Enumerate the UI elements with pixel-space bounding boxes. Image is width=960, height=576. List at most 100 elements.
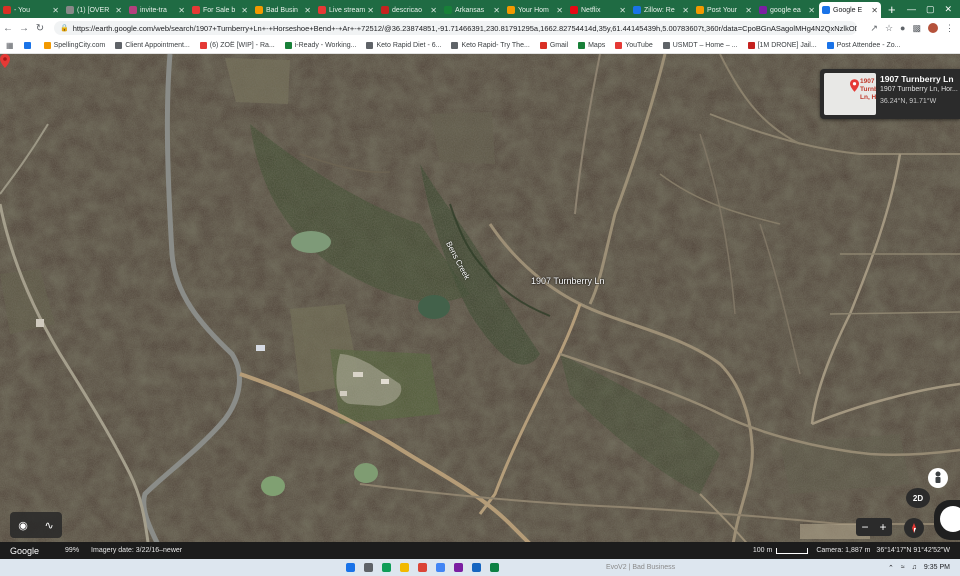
forward-icon[interactable]: → [16,23,32,34]
tab-close-icon[interactable]: ✕ [871,6,878,15]
tab-favicon-icon [66,6,74,14]
zoom-out-button[interactable]: − [861,520,868,534]
bookmark-label: (6) ZOË [WIP] - Ra... [209,42,275,49]
bookmark-item[interactable]: YouTube [615,42,653,49]
zoom-in-button[interactable]: + [879,520,886,534]
tab-close-icon[interactable]: ✕ [52,6,59,15]
search-icon[interactable] [364,563,373,572]
tab-close-icon[interactable]: ✕ [745,6,752,15]
settings-icon[interactable] [436,563,445,572]
place-info-card[interactable]: 1907 Turnberry Ln, H 1907 Turnberry Ln 1… [820,69,960,119]
pin-label[interactable]: 1907 Turnberry Ln [531,276,605,286]
menu-kebab-icon[interactable]: ⋮ [945,23,954,34]
globe-view-button[interactable] [934,500,960,540]
tab-close-icon[interactable]: ✕ [682,6,689,15]
new-tab-button[interactable]: + [888,2,896,18]
tab-close-icon[interactable]: ✕ [304,6,311,15]
bookmark-item[interactable]: i-Ready - Working... [284,42,356,49]
compass-icon[interactable] [904,518,924,538]
browser-tab[interactable]: Netflix ✕ [567,2,629,18]
bookmark-favicon-icon [826,42,834,49]
tab-close-icon[interactable]: ✕ [178,6,185,15]
avatar[interactable] [928,23,938,33]
mail-icon[interactable] [490,563,499,572]
bookmark-item[interactable]: Maps [578,42,605,49]
tab-close-icon[interactable]: ✕ [430,6,437,15]
browser-tab[interactable]: Google E ✕ [819,2,881,18]
bookmark-favicon-icon [662,42,670,49]
bookmark-item[interactable]: (6) ZOË [WIP] - Ra... [199,42,275,49]
file-explorer-icon[interactable] [400,563,409,572]
tab-close-icon[interactable]: ✕ [115,6,122,15]
address-bar[interactable]: 🔒 https://earth.google.com/web/search/19… [54,21,858,35]
clock[interactable]: 9:35 PM [924,564,950,571]
chevron-up-icon[interactable]: ⌃ [888,564,894,572]
bookmark-item[interactable]: Post Attendee - Zo... [826,42,901,49]
browser-tab[interactable]: For Sale b ✕ [189,2,251,18]
taskbar-window-label[interactable]: EvoV2 | Bad Business [606,564,675,571]
bookmark-item[interactable]: Keto Rapid Diet - 6... [366,42,441,49]
bookmark-star-icon[interactable]: ☆ [885,23,893,34]
maximize-icon[interactable]: ▢ [926,4,935,15]
zoom-controls: − + [856,518,892,536]
bookmark-item[interactable]: USMDT – Home – ... [662,42,738,49]
browser-tab[interactable]: invite-tra ✕ [126,2,188,18]
browser-tab[interactable]: (1) [OVER ✕ [63,2,125,18]
tab-close-icon[interactable]: ✕ [367,6,374,15]
browser-tab[interactable]: Post Your ✕ [693,2,755,18]
back-icon[interactable]: ← [0,23,16,34]
browser-tab[interactable]: Zillow: Re ✕ [630,2,692,18]
browser-tab[interactable]: google ea ✕ [756,2,818,18]
browser-tab[interactable]: descricao ✕ [378,2,440,18]
chrome-icon[interactable] [418,563,427,572]
measure-path-icon[interactable]: ∿ [44,519,53,532]
extension-puzzle-icon[interactable]: ▩ [912,23,921,34]
bookmark-item[interactable]: Keto Rapid- Try The... [451,42,530,49]
tab-favicon-icon [255,6,263,14]
start-icon[interactable] [346,563,355,572]
bookmark-item[interactable] [23,42,34,49]
minimize-icon[interactable]: — [907,4,916,14]
tab-label: Arkansas [455,6,485,14]
browser-tab[interactable]: Your Hom ✕ [504,2,566,18]
map-imagery [0,54,960,559]
bookmark-item[interactable]: [1M DRONE] Jail... [747,42,817,49]
edge-icon[interactable] [382,563,391,572]
thumbnail-pin-icon [850,79,859,92]
location-pin-icon[interactable] [0,54,10,68]
browser-tab[interactable]: Bad Busin ✕ [252,2,314,18]
bookmark-item[interactable]: Gmail [539,42,568,49]
tab-close-icon[interactable]: ✕ [556,6,563,15]
bookmark-favicon-icon [366,42,374,49]
toggle-2d-button[interactable]: 2D [906,488,930,508]
tab-label: invite-tra [140,6,167,14]
tab-close-icon[interactable]: ✕ [241,6,248,15]
place-coordinates: 36.24°N, 91.71°W [880,98,937,105]
bookmark-item[interactable]: SpellingCity.com [43,42,105,49]
volume-icon[interactable]: ♫ [912,564,917,571]
app-icon[interactable] [454,563,463,572]
tab-close-icon[interactable]: ✕ [808,6,815,15]
store-icon[interactable] [472,563,481,572]
reload-icon[interactable]: ↻ [32,23,48,34]
close-window-icon[interactable]: ✕ [944,4,952,15]
wifi-icon[interactable]: ≈ [901,564,905,571]
tab-label: Your Hom [518,6,549,14]
tab-close-icon[interactable]: ✕ [493,6,500,15]
extensions-icon[interactable]: ● [900,23,905,33]
bookmark-favicon-icon [451,42,459,49]
browser-tab[interactable]: Arkansas ✕ [441,2,503,18]
place-marker-icon[interactable]: ◉ [18,519,28,532]
browser-tab[interactable]: Live stream ✕ [315,2,377,18]
satellite-map[interactable]: Bens Creek 1907 Turnberry Ln [0,54,960,559]
tab-favicon-icon [192,6,200,14]
bookmark-item[interactable]: Client Appointment... [115,42,190,49]
bookmark-label: Keto Rapid Diet - 6... [376,42,442,49]
share-icon[interactable]: ↗ [870,23,878,34]
apps-icon[interactable]: ▦ [6,41,14,50]
tab-favicon-icon [3,6,11,14]
tab-close-icon[interactable]: ✕ [619,6,626,15]
street-view-pegman-icon[interactable] [928,468,948,488]
url-text: https://earth.google.com/web/search/1907… [72,23,858,33]
browser-tab[interactable]: - You ✕ [0,2,62,18]
